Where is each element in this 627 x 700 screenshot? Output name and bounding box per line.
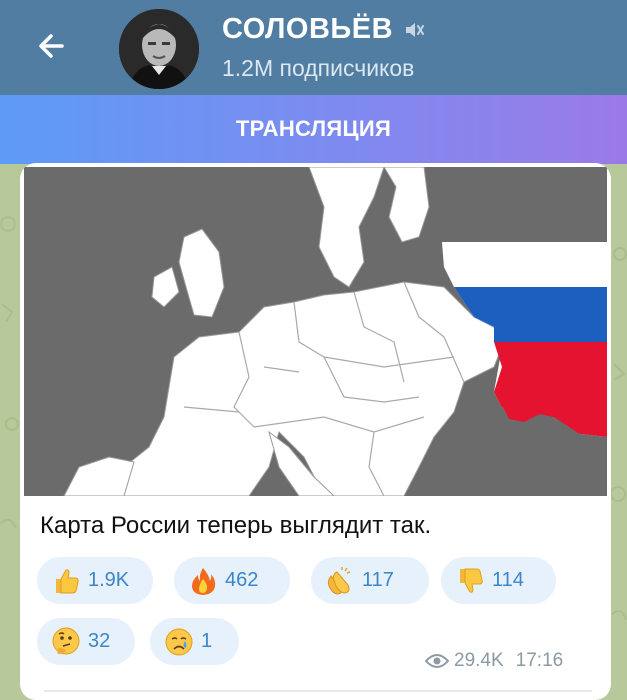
reaction-thumbs-up[interactable]: 1.9K: [37, 557, 153, 604]
reaction-clapping-hands[interactable]: 117: [311, 557, 429, 604]
reaction-count: 117: [362, 569, 394, 591]
thumbs-down-icon: [453, 564, 487, 598]
muted-speaker-icon: [406, 22, 425, 37]
broadcast-label: ТРАНСЛЯЦИЯ: [235, 115, 392, 141]
eye-icon: [424, 654, 450, 668]
fire-icon: [186, 564, 220, 598]
post-caption: Карта России теперь выглядит так.: [40, 512, 432, 539]
post-time: 17:16: [515, 650, 564, 671]
channel-title-row[interactable]: СОЛОВЬЁВ: [222, 13, 425, 46]
reaction-count: 462: [225, 569, 259, 591]
crying-face-icon: [162, 625, 196, 659]
chat-header: СОЛОВЬЁВ 1.2M подписчиков: [0, 0, 627, 95]
reaction-count: 32: [88, 630, 111, 652]
thumbs-up-icon: [49, 564, 83, 598]
reaction-count: 1: [201, 630, 213, 652]
channel-avatar[interactable]: [119, 9, 199, 89]
live-broadcast-banner[interactable]: ТРАНСЛЯЦИЯ: [0, 95, 627, 164]
card-divider: [44, 690, 592, 692]
arrow-left-icon[interactable]: [32, 26, 72, 66]
channel-name: СОЛОВЬЁВ: [222, 13, 394, 45]
thinking-face-icon: [49, 625, 83, 659]
clapping-hands-icon: [323, 564, 357, 598]
reaction-thinking-face[interactable]: 32: [37, 618, 135, 665]
view-count: 29.4K: [454, 650, 504, 671]
reaction-count: 114: [492, 569, 524, 591]
reaction-count: 1.9K: [88, 569, 130, 591]
post-meta: 29.4K 17:16: [424, 650, 563, 672]
reaction-crying-face[interactable]: 1: [150, 618, 239, 665]
reaction-thumbs-down[interactable]: 114: [441, 557, 556, 604]
europe-map-image[interactable]: [24, 167, 607, 496]
channel-post: Карта России теперь выглядит так. 1.9K 4…: [20, 163, 611, 700]
subscriber-count: 1.2M подписчиков: [222, 55, 415, 81]
reaction-fire[interactable]: 462: [174, 557, 290, 604]
